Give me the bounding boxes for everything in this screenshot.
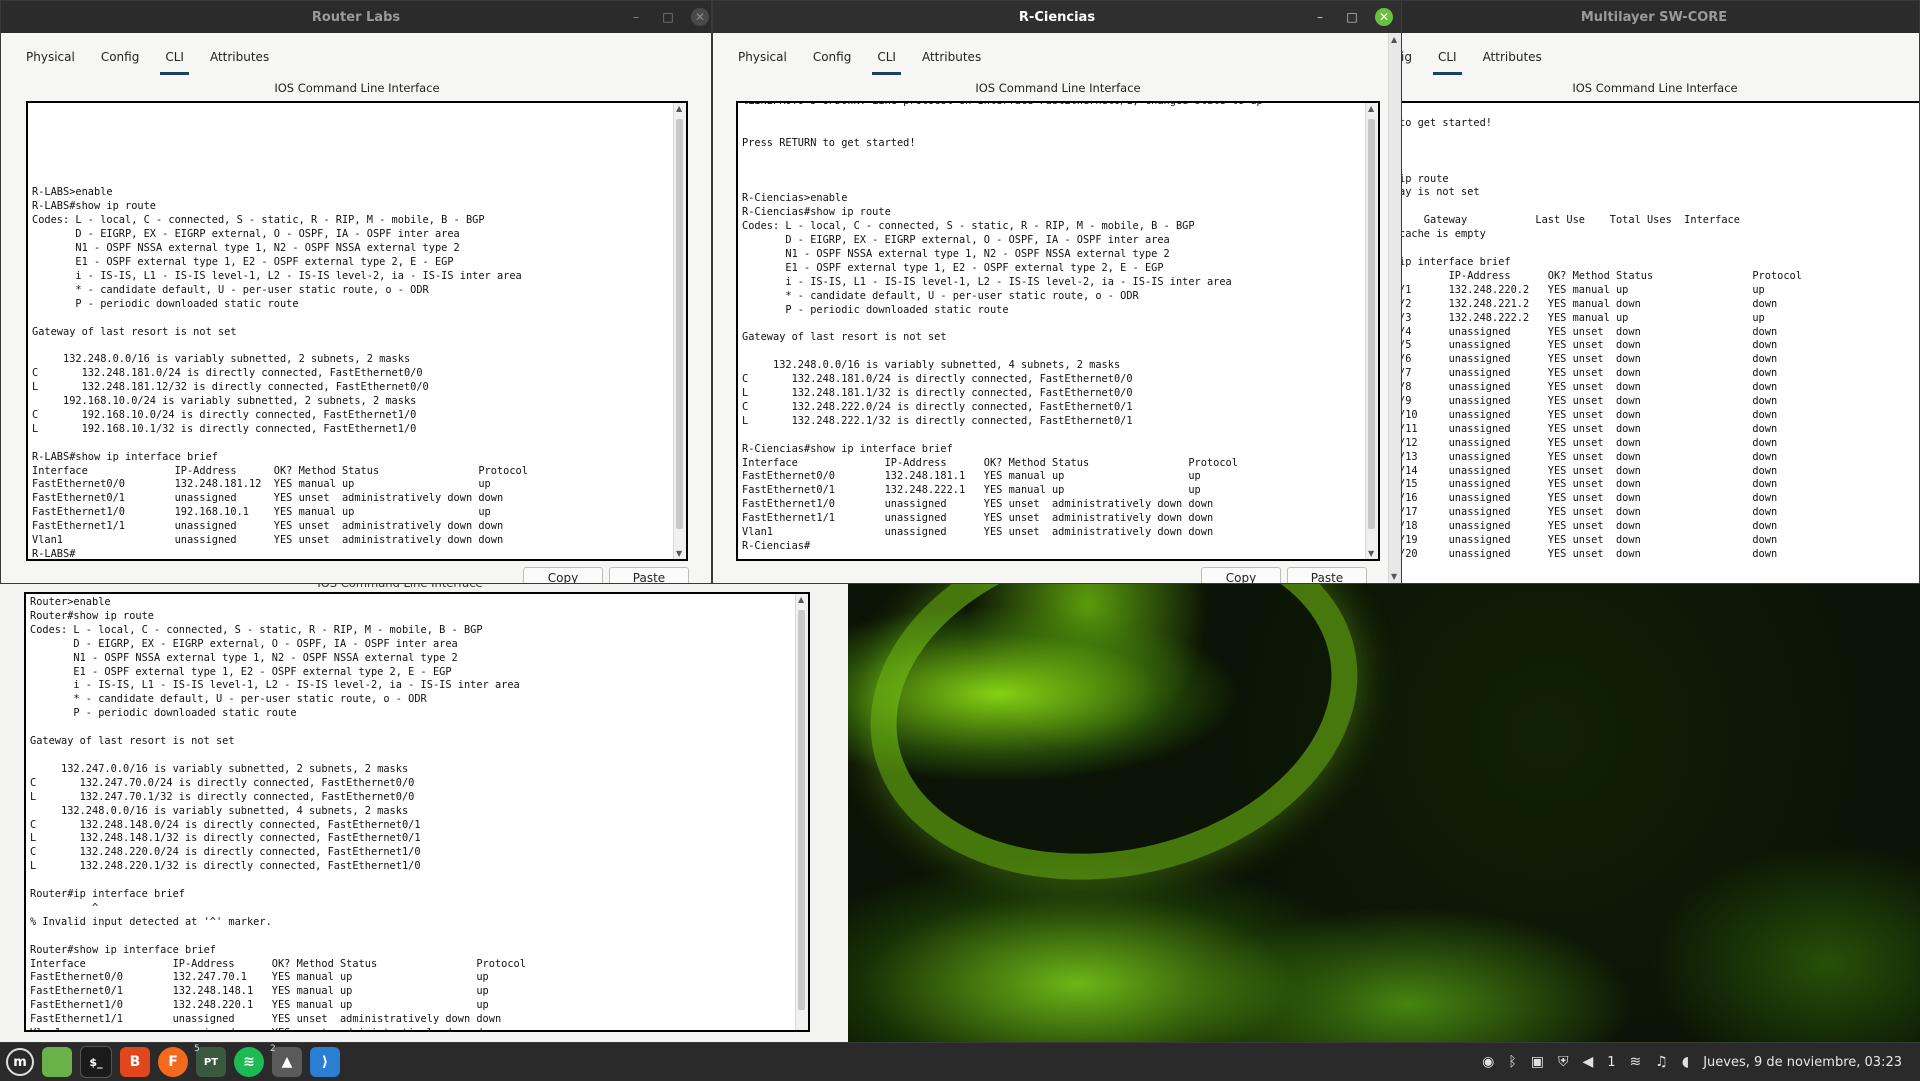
tab-config[interactable]: ig	[1399, 47, 1425, 71]
tab-physical[interactable]: Physical	[725, 47, 800, 71]
clock[interactable]: Jueves, 9 de noviembre, 03:23	[1703, 1055, 1902, 1070]
r-ciencias-window-scrollbar[interactable]: ▲ ▼	[1388, 33, 1401, 583]
multilayer-titlebar[interactable]: Multilayer SW-CORE	[1389, 1, 1919, 33]
router-labs-window: Router Labs – □ ✕ Physical Config CLI At…	[0, 0, 712, 584]
taskbar: m $_ B F 5 PT ≋ 2 ▲ ⟩ ◉ ᛒ ▣ ⛨ ◀ 1 ≋ ♫ ◖ Ju…	[0, 1042, 1920, 1081]
router-window: IOS Command Line Interface Router>enable…	[0, 572, 848, 1042]
desktop-wallpaper	[848, 584, 1920, 1042]
tab-config[interactable]: Config	[800, 47, 865, 71]
music-icon[interactable]: ♫	[1655, 1054, 1668, 1070]
scroll-thumb[interactable]	[676, 119, 683, 529]
router-labs-scrollbar[interactable]: ▲ ▼	[673, 103, 686, 559]
window-count-badge: 5	[194, 1044, 200, 1054]
scroll-down-icon[interactable]: ▼	[676, 549, 682, 558]
volume-icon[interactable]: ◖	[1682, 1054, 1689, 1070]
copy-button[interactable]: Copy	[1201, 567, 1281, 583]
router-console-scrollbar[interactable]: ▲	[795, 594, 808, 1030]
r-ciencias-console-text: %LINEPROTO-5-UPDOWN: Line protocol on In…	[742, 101, 1263, 552]
minimize-icon[interactable]: –	[627, 8, 645, 26]
scroll-up-icon[interactable]: ▲	[798, 595, 804, 604]
vscode-icon[interactable]: ⟩	[310, 1047, 340, 1077]
scroll-thumb[interactable]	[1368, 119, 1375, 529]
router-labs-tabs: Physical Config CLI Attributes	[13, 47, 282, 75]
close-icon[interactable]: ✕	[691, 8, 709, 26]
tab-attributes[interactable]: Attributes	[197, 47, 282, 71]
multilayer-console-text: to get started! ip route ay is not set G…	[1399, 116, 1802, 560]
multilayer-console[interactable]: to get started! ip route ay is not set G…	[1389, 101, 1919, 583]
r-ciencias-scrollbar[interactable]: ▲ ▼	[1365, 103, 1378, 559]
r-ciencias-titlebar[interactable]: R-Ciencias – □ ✕	[713, 1, 1401, 33]
router-console[interactable]: Router>enable Router#show ip route Codes…	[24, 592, 810, 1032]
r-ciencias-console[interactable]: %LINEPROTO-5-UPDOWN: Line protocol on In…	[736, 101, 1380, 561]
maximize-icon[interactable]: □	[1343, 8, 1361, 26]
scroll-up-icon[interactable]: ▲	[1368, 104, 1374, 113]
cli-label: IOS Command Line Interface	[274, 81, 440, 95]
tab-attributes[interactable]: Attributes	[1470, 47, 1555, 71]
clipboard-icon[interactable]: ▣	[1531, 1054, 1544, 1070]
files-icon[interactable]	[42, 1047, 72, 1077]
app-icon[interactable]: 2 ▲	[270, 1044, 302, 1077]
window-title: Multilayer SW-CORE	[1580, 9, 1728, 25]
r-ciencias-window: R-Ciencias – □ ✕ Physical Config CLI Att…	[712, 0, 1402, 584]
notification-count: 1	[1607, 1054, 1616, 1070]
cli-label: IOS Command Line Interface	[1572, 81, 1738, 95]
bluetooth-icon[interactable]: ᛒ	[1508, 1054, 1516, 1070]
scroll-down-icon[interactable]: ▼	[1368, 549, 1374, 558]
cli-label: IOS Command Line Interface	[975, 81, 1141, 95]
packet-tracer-icon[interactable]: 5 PT	[194, 1044, 226, 1077]
copy-button[interactable]: Copy	[523, 567, 603, 583]
close-icon[interactable]: ✕	[1375, 8, 1393, 26]
notification-icon[interactable]: ◀	[1582, 1054, 1593, 1070]
system-tray: ◉ ᛒ ▣ ⛨ ◀ 1 ≋ ♫ ◖ Jueves, 9 de noviembre…	[1482, 1043, 1902, 1081]
tab-physical[interactable]: Physical	[13, 47, 88, 71]
mint-menu-icon[interactable]: m	[6, 1048, 34, 1076]
spotify-icon[interactable]: ≋	[234, 1047, 264, 1077]
multilayer-window: Multilayer SW-CORE ig CLI Attributes IOS…	[1388, 0, 1920, 584]
firefox-icon[interactable]: F	[158, 1047, 188, 1077]
minimize-icon[interactable]: –	[1311, 8, 1329, 26]
router-labs-console-text: R-LABS>enable R-LABS#show ip route Codes…	[32, 186, 528, 560]
wallpaper-shape	[848, 584, 1392, 924]
window-title: Router Labs	[311, 9, 401, 25]
wifi-icon[interactable]: ≋	[1630, 1054, 1642, 1070]
multilayer-tabs: ig CLI Attributes	[1399, 47, 1555, 75]
paste-button[interactable]: Paste	[1287, 567, 1367, 583]
maximize-icon[interactable]: □	[659, 8, 677, 26]
r-ciencias-tabs: Physical Config CLI Attributes	[725, 47, 994, 75]
tab-attributes[interactable]: Attributes	[909, 47, 994, 71]
discord-icon[interactable]: ◉	[1482, 1054, 1494, 1070]
scroll-up-icon[interactable]: ▲	[1391, 35, 1397, 44]
scroll-down-icon[interactable]: ▼	[1391, 572, 1397, 581]
tab-cli[interactable]: CLI	[152, 47, 197, 75]
shield-icon[interactable]: ⛨	[1558, 1054, 1569, 1070]
tab-config[interactable]: Config	[88, 47, 153, 71]
paste-button[interactable]: Paste	[609, 567, 689, 583]
window-title: R-Ciencias	[1018, 9, 1096, 25]
tab-cli[interactable]: CLI	[1425, 47, 1470, 75]
tab-cli[interactable]: CLI	[864, 47, 909, 75]
window-count-badge: 2	[270, 1044, 276, 1054]
router-labs-titlebar[interactable]: Router Labs – □ ✕	[1, 1, 711, 33]
scroll-up-icon[interactable]: ▲	[676, 104, 682, 113]
terminal-icon[interactable]: $_	[80, 1046, 112, 1078]
scroll-thumb[interactable]	[798, 610, 805, 1010]
brave-icon[interactable]: B	[120, 1047, 150, 1077]
router-labs-console[interactable]: R-LABS>enable R-LABS#show ip route Codes…	[26, 101, 688, 561]
router-console-text: Router>enable Router#show ip route Codes…	[30, 596, 526, 1030]
